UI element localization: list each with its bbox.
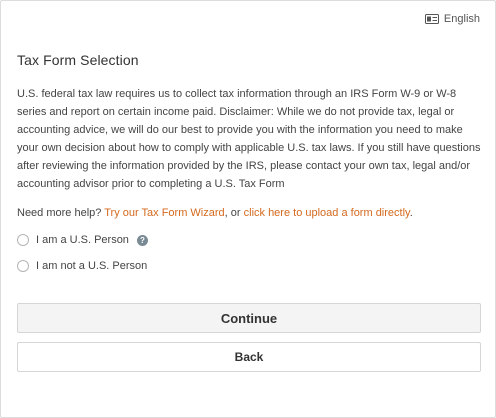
question-mark-icon[interactable]: ? xyxy=(136,234,148,246)
back-button[interactable]: Back xyxy=(17,342,481,372)
continue-button[interactable]: Continue xyxy=(17,303,481,333)
us-person-label: I am a U.S. Person xyxy=(36,234,129,246)
tax-form-panel: English Tax Form Selection U.S. federal … xyxy=(0,0,496,418)
tax-disclaimer-text: U.S. federal tax law requires us to coll… xyxy=(17,88,481,190)
help-text: Need more help? Try our Tax Form Wizard,… xyxy=(17,204,481,222)
non-us-person-radio[interactable] xyxy=(17,260,29,272)
page-title: Tax Form Selection xyxy=(17,52,139,68)
help-middle: , or xyxy=(224,207,241,219)
language-selector[interactable]: English xyxy=(424,13,480,25)
language-card-icon xyxy=(424,14,439,24)
non-us-person-label: I am not a U.S. Person xyxy=(36,260,148,272)
tax-form-wizard-link[interactable]: Try our Tax Form Wizard xyxy=(104,207,224,219)
us-person-option[interactable]: I am a U.S. Person ? xyxy=(17,234,148,246)
help-suffix: . xyxy=(409,207,413,219)
help-prefix: Need more help? xyxy=(17,207,102,219)
upload-form-link[interactable]: click here to upload a form directly xyxy=(244,207,410,219)
us-person-radio[interactable] xyxy=(17,234,29,246)
language-label: English xyxy=(443,13,480,25)
non-us-person-option[interactable]: I am not a U.S. Person xyxy=(17,260,147,272)
